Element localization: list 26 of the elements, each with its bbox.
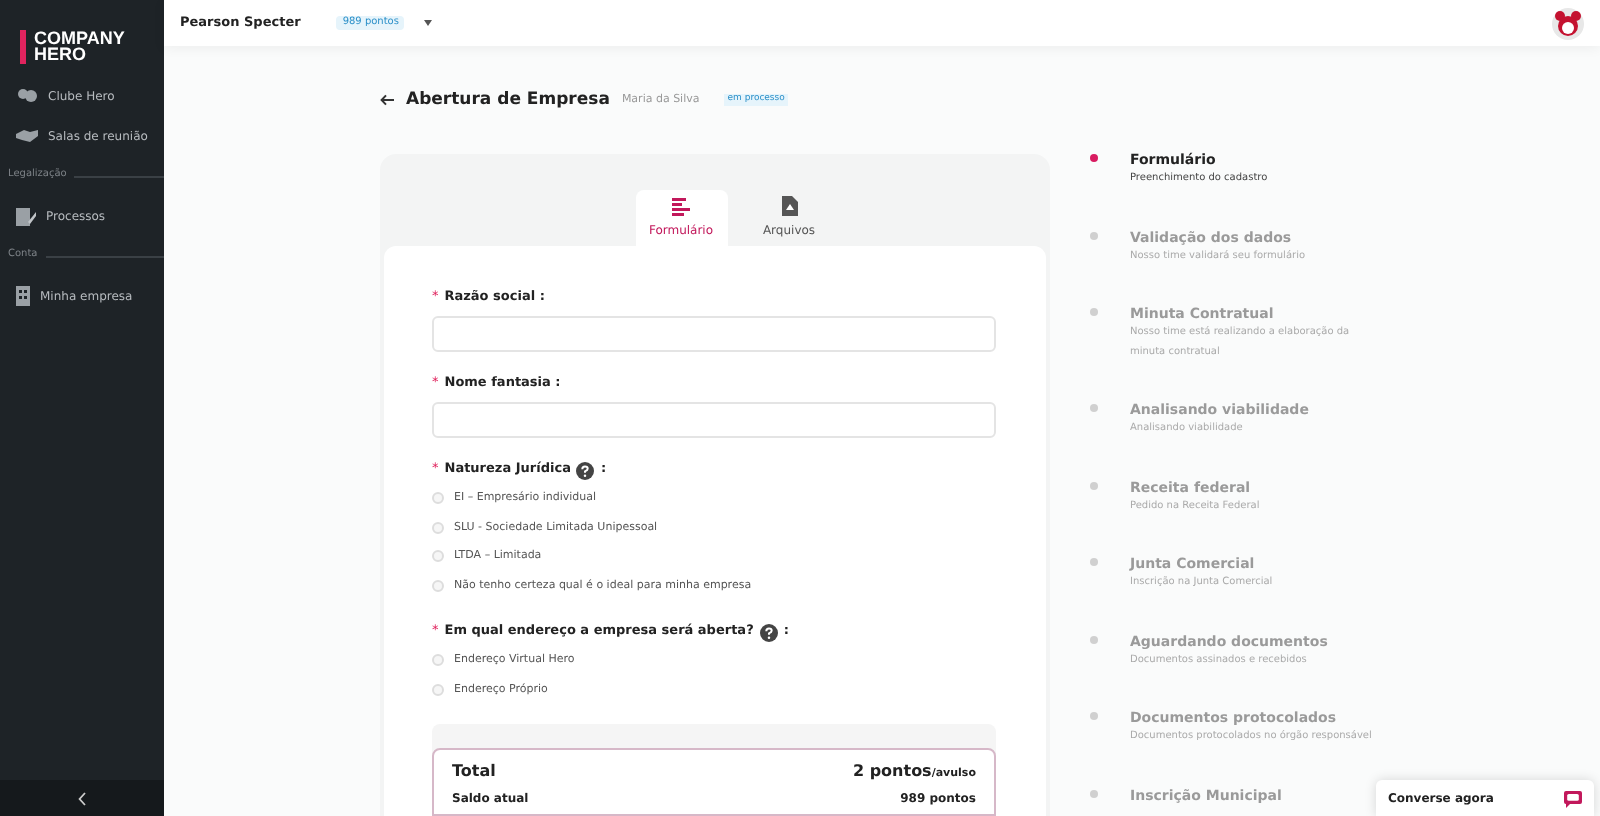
avatar-icon[interactable] bbox=[1552, 7, 1584, 39]
text-field[interactable] bbox=[432, 316, 996, 352]
total-label: Total bbox=[452, 760, 496, 784]
back-arrow-icon[interactable] bbox=[380, 94, 394, 106]
page-title: Abertura de Empresa bbox=[406, 87, 610, 113]
radio-button[interactable] bbox=[432, 550, 444, 563]
logo-text: HERO bbox=[34, 46, 87, 62]
radio-button[interactable] bbox=[432, 683, 444, 696]
chat-bubble-icon bbox=[1564, 789, 1582, 807]
radio-button[interactable] bbox=[432, 579, 444, 592]
file-icon bbox=[781, 196, 797, 216]
logo-bar bbox=[20, 29, 26, 63]
collapse-button[interactable] bbox=[0, 780, 164, 816]
building-icon bbox=[16, 286, 30, 306]
radio-button[interactable] bbox=[432, 521, 444, 534]
radio-button[interactable] bbox=[432, 492, 444, 505]
list-icon bbox=[672, 197, 690, 215]
people-icon bbox=[16, 88, 38, 104]
help-icon[interactable] bbox=[576, 461, 595, 479]
help-icon[interactable] bbox=[759, 623, 778, 641]
caret-icon[interactable] bbox=[424, 20, 433, 26]
logo-text: COMPANY bbox=[34, 30, 125, 46]
radio-button[interactable] bbox=[432, 654, 444, 667]
text-field[interactable] bbox=[432, 402, 996, 438]
document-icon bbox=[16, 207, 36, 225]
chevron-left-icon bbox=[78, 791, 86, 805]
